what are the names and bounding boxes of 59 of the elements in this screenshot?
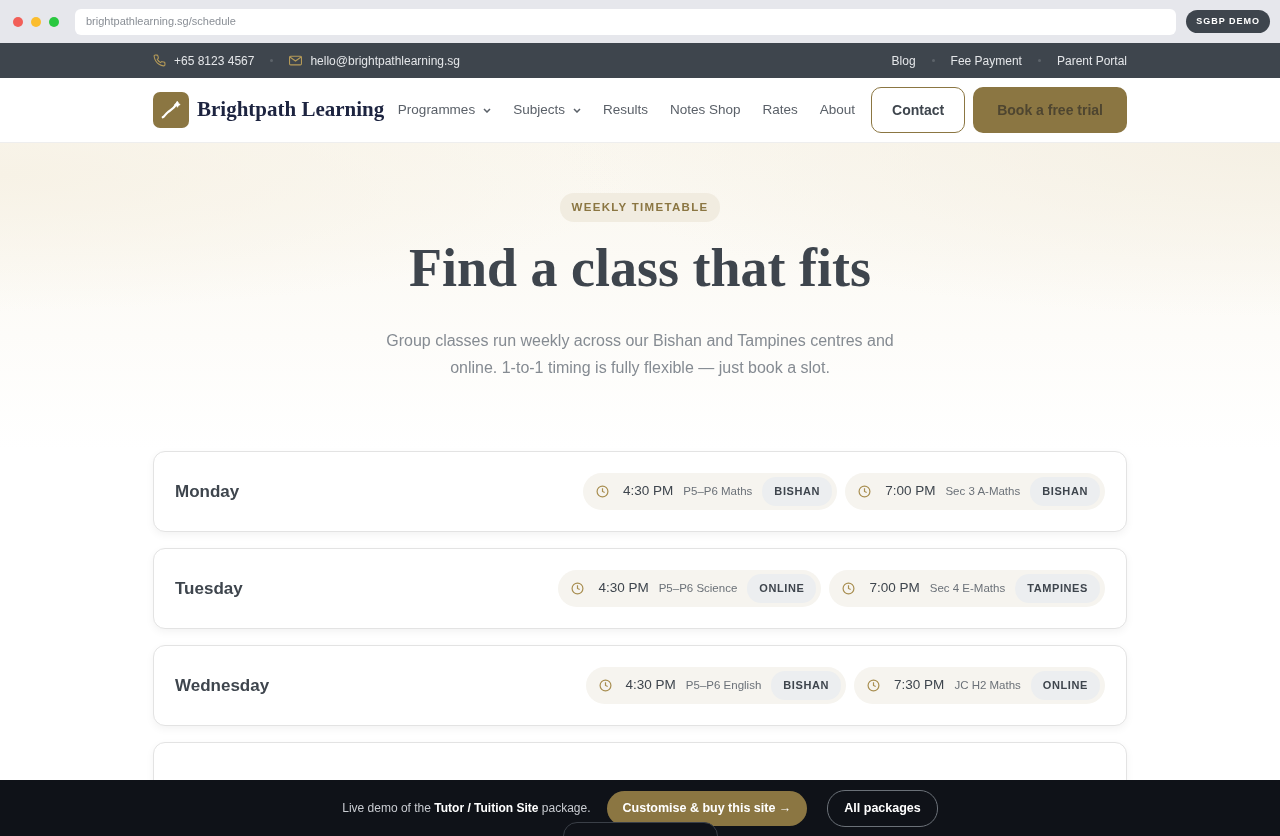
clock-icon — [598, 679, 612, 692]
day-name: Tuesday — [175, 577, 243, 600]
clock-icon — [596, 485, 610, 498]
clock-icon — [571, 582, 585, 595]
nav-link[interactable]: Rates — [762, 99, 798, 121]
nav-link[interactable]: Subjects — [513, 99, 581, 121]
page-title: Find a class that fits — [407, 237, 872, 301]
class-subject: Sec 4 E-Maths — [929, 580, 1006, 596]
class-subject: JC H2 Maths — [954, 677, 1021, 693]
class-time: 7:30 PM — [894, 676, 945, 695]
mail-icon — [289, 55, 303, 66]
class-slot[interactable]: 4:30 PM P5–P6 Science ONLINE — [558, 570, 822, 607]
class-slot[interactable]: 4:30 PM P5–P6 English BISHAN — [585, 667, 847, 704]
location-tag: BISHAN — [771, 671, 842, 700]
phone-link[interactable]: +65 8123 4567 — [174, 51, 255, 70]
topbar-link[interactable]: Blog — [891, 51, 916, 70]
class-slot[interactable]: 7:00 PM Sec 3 A-Maths BISHAN — [845, 473, 1105, 510]
customise-buy-button[interactable]: Customise & buy this site → — [606, 790, 808, 826]
topbar-link[interactable]: Parent Portal — [1056, 51, 1127, 70]
demo-badge: SGBP DEMO — [1186, 9, 1270, 34]
class-slot[interactable]: 7:00 PM Sec 4 E-Maths TAMPINES — [829, 570, 1105, 607]
window-control-dot[interactable] — [31, 16, 41, 27]
location-tag: ONLINE — [1030, 671, 1100, 700]
contact-button[interactable]: Contact — [871, 87, 966, 133]
class-time: 4:30 PM — [623, 482, 674, 501]
location-tag: BISHAN — [762, 477, 833, 506]
nav-link[interactable]: About — [819, 99, 856, 121]
class-time: 4:30 PM — [625, 676, 676, 695]
topbar-link[interactable]: Fee Payment — [950, 51, 1022, 70]
class-time: 7:00 PM — [885, 482, 936, 501]
class-slot[interactable]: 7:30 PM JC H2 Maths ONLINE — [854, 667, 1105, 704]
class-slot[interactable]: 4:30 PM P5–P6 Maths BISHAN — [583, 473, 838, 510]
location-tag: TAMPINES — [1015, 574, 1100, 603]
nav-link[interactable]: Programmes — [397, 99, 492, 121]
nav-link[interactable]: Results — [602, 99, 648, 121]
day-name: Wednesday — [175, 674, 270, 697]
brand-name[interactable]: Brightpath Learning — [197, 94, 385, 126]
day-name: Monday — [175, 480, 240, 503]
class-time: 4:30 PM — [598, 579, 649, 598]
demo-notice: Live demo of the Tutor / Tuition Site package. — [342, 800, 591, 817]
window-control-dot[interactable] — [13, 16, 23, 27]
window-control-dot[interactable] — [49, 16, 59, 27]
location-tag: ONLINE — [747, 574, 817, 603]
clock-icon — [842, 582, 856, 595]
class-time: 7:00 PM — [869, 579, 920, 598]
section-eyebrow: WEEKLY TIMETABLE — [559, 193, 721, 223]
nav-link[interactable]: Notes Shop — [669, 99, 741, 121]
location-tag: BISHAN — [1030, 477, 1100, 506]
class-subject: P5–P6 Science — [658, 580, 738, 596]
all-packages-button[interactable]: All packages — [827, 789, 938, 827]
class-subject: P5–P6 English — [685, 677, 762, 693]
phone-icon — [153, 54, 166, 67]
clock-icon — [858, 485, 872, 498]
clock-icon — [867, 679, 881, 692]
logo-icon[interactable] — [153, 92, 189, 128]
email-link[interactable]: hello@brightpathlearning.sg — [310, 51, 461, 70]
class-subject: Sec 3 A-Maths — [945, 483, 1021, 499]
class-subject: P5–P6 Maths — [683, 483, 753, 499]
intro-paragraph: Group classes run weekly across our Bishan and Tampines centres and online. 1-to-1 timing is fully flexible — just book a slot. — [385, 331, 895, 379]
